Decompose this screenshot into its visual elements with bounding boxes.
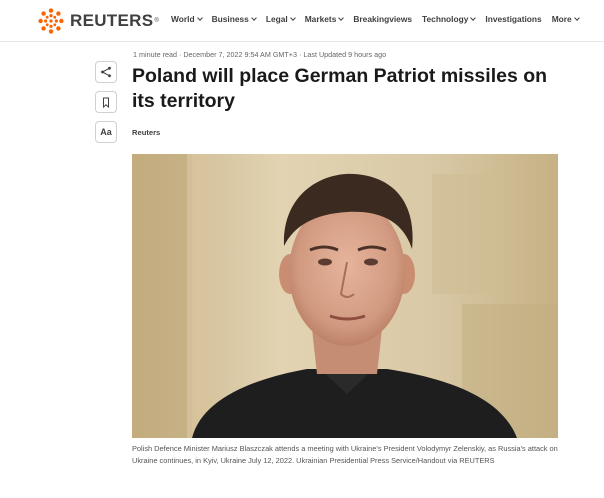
nav-item-label: Legal xyxy=(265,14,288,24)
photo-caption: Polish Defence Minister Mariusz Blaszcza… xyxy=(132,444,558,465)
chevron-down-icon xyxy=(250,14,257,21)
article-headline: Poland will place German Patriot missile… xyxy=(132,65,548,112)
registered-mark: ® xyxy=(154,18,159,24)
site-header: REUTERS ® World Business Legal Markets B… xyxy=(0,0,604,42)
article-photo[interactable] xyxy=(132,154,558,438)
nav-item-world[interactable]: World xyxy=(171,14,203,24)
nav-item-label: Investigations xyxy=(485,14,542,24)
share-icon xyxy=(101,66,111,78)
nav-item-legal[interactable]: Legal xyxy=(265,14,296,24)
nav-item-markets[interactable]: Markets xyxy=(304,14,345,24)
share-button[interactable] xyxy=(95,61,117,83)
nav-item-label: World xyxy=(171,14,195,24)
main-nav: World Business Legal Markets Breakingvie… xyxy=(171,14,589,24)
nav-item-label: Technology xyxy=(422,14,469,24)
reuters-logo[interactable]: REUTERS ® xyxy=(38,8,159,34)
reuters-logo-icon xyxy=(38,8,64,34)
nav-item-label: Markets xyxy=(304,14,337,24)
text-size-button[interactable]: Aa xyxy=(95,121,117,143)
nav-item-label: Business xyxy=(211,14,249,24)
nav-item-more[interactable]: More xyxy=(551,14,580,24)
chevron-down-icon xyxy=(196,14,203,21)
nav-item-breakingviews[interactable]: Breakingviews xyxy=(353,14,412,24)
bookmark-icon xyxy=(103,97,109,108)
chevron-down-icon xyxy=(338,14,345,21)
chevron-down-icon xyxy=(573,14,580,21)
nav-item-business[interactable]: Business xyxy=(211,14,257,24)
chevron-down-icon xyxy=(470,14,477,21)
nav-item-label: Breakingviews xyxy=(353,14,413,24)
nav-item-investigations[interactable]: Investigations xyxy=(485,14,541,24)
article-byline[interactable]: Reuters xyxy=(132,128,160,137)
article-meta: 1 minute read · December 7, 2022 9:54 AM… xyxy=(133,50,387,59)
portrait-photo xyxy=(132,154,558,438)
nav-item-technology[interactable]: Technology xyxy=(422,14,477,24)
chevron-down-icon xyxy=(289,14,296,21)
text-size-label: Aa xyxy=(100,127,112,137)
nav-item-label: More xyxy=(551,14,572,24)
brand-name: REUTERS xyxy=(70,11,154,30)
bookmark-button[interactable] xyxy=(95,91,117,113)
